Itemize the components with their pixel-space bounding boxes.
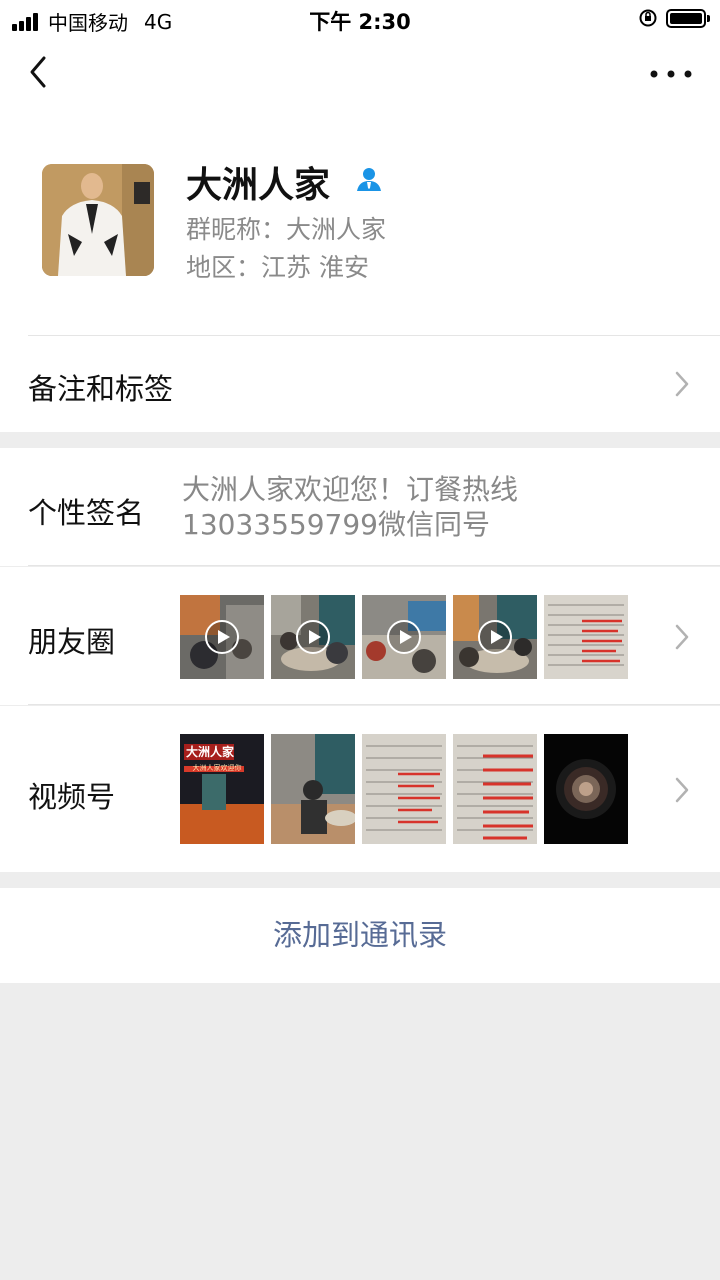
channels-thumbnail[interactable] [544,734,628,844]
avatar-photo [42,164,154,276]
remarks-tags-row[interactable]: 备注和标签 [0,336,720,432]
person-icon [357,168,381,191]
divider [28,704,720,705]
chevron-right-icon [675,371,689,397]
chevron-left-icon[interactable] [24,52,54,92]
status-time: 下午 2:30 [309,10,411,34]
chevron-right-icon [675,624,689,650]
signature-label: 个性签名 [28,496,145,530]
avatar[interactable] [42,164,154,276]
channels-label: 视频号 [28,780,116,814]
storefront-sign: 大洲人家 [185,745,234,759]
moments-thumbnails [180,595,635,679]
channels-thumbnail[interactable]: 大洲人家 大洲人家欢迎你 [180,734,264,844]
more-dots-icon[interactable] [646,62,696,86]
status-right [638,8,710,28]
moments-thumbnail[interactable] [362,595,446,679]
contact-name: 大洲人家 [186,165,331,206]
moments-thumbnail[interactable] [271,595,355,679]
status-bar: 中国移动 4G 下午 2:30 [0,0,720,38]
lens-photo [544,734,628,844]
menu-photo [362,734,446,844]
moments-row[interactable]: 朋友圈 [0,567,720,705]
region: 地区：江苏 淮安 [186,253,369,282]
divider [28,565,720,566]
restaurant-photo [271,734,355,844]
signature-row: 个性签名 大洲人家欢迎您！订餐热线13033559799微信同号 [0,448,720,566]
moments-thumbnail[interactable] [453,595,537,679]
menu-photo [453,734,537,844]
group-nickname: 群昵称：大洲人家 [186,215,387,244]
profile-header: 大洲人家 群昵称：大洲人家 地区：江苏 淮安 [0,110,720,336]
moments-thumbnail[interactable] [180,595,264,679]
play-icon [205,620,239,654]
chevron-right-icon [675,777,689,803]
channels-thumbnail[interactable] [362,734,446,844]
channels-thumbnail[interactable] [271,734,355,844]
channels-thumbnails: 大洲人家 大洲人家欢迎你 [180,734,635,844]
channels-thumbnail[interactable] [453,734,537,844]
navigation-bar [0,38,720,110]
play-icon [296,620,330,654]
signature-text: 大洲人家欢迎您！订餐热线13033559799微信同号 [182,473,519,541]
play-icon [478,620,512,654]
battery-icon [666,8,710,28]
moments-thumbnail[interactable] [544,595,628,679]
channels-row[interactable]: 视频号 大洲人家 大洲人家欢迎你 [0,706,720,872]
rotation-lock-icon [639,9,657,27]
play-icon [387,620,421,654]
storefront-subsign: 大洲人家欢迎你 [192,764,242,772]
moments-label: 朋友圈 [28,625,116,659]
menu-photo [544,595,628,679]
remarks-tags-label: 备注和标签 [28,372,174,406]
add-to-contacts-button[interactable]: 添加到通讯录 [0,888,720,983]
